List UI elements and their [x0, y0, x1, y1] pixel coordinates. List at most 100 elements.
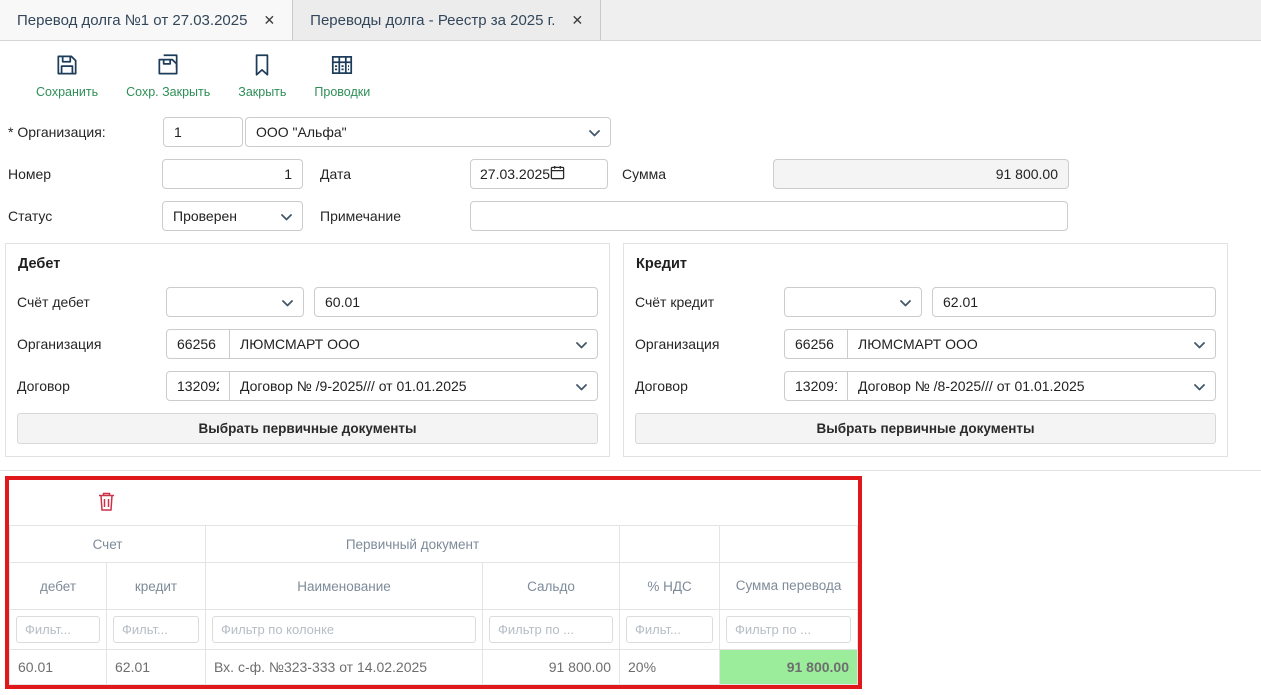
save-close-label: Сохр. Закрыть: [126, 85, 210, 99]
status-select[interactable]: Проверен: [162, 201, 303, 231]
grid-icon: [329, 52, 355, 83]
debit-contract-select-value: Договор № /9-2025/// от 01.01.2025: [240, 378, 576, 394]
status-note-row: Статус Проверен Примечание: [8, 201, 1253, 231]
debit-account-select[interactable]: [166, 287, 304, 317]
debit-organization-select[interactable]: ЛЮМСМАРТ ООО: [229, 329, 598, 359]
organization-select[interactable]: ООО "Альфа": [245, 117, 611, 147]
col-header-vat[interactable]: % НДС: [620, 563, 720, 610]
sum-input[interactable]: [773, 159, 1069, 189]
date-label: Дата: [320, 166, 470, 182]
group-header-empty: [620, 526, 720, 563]
table-row[interactable]: 60.01 62.01 Вх. с-ф. №323-333 от 14.02.2…: [10, 650, 858, 685]
cell-name: Вх. с-ф. №323-333 от 14.02.2025: [206, 650, 483, 685]
chevron-down-icon: [1194, 378, 1205, 394]
close-icon[interactable]: ✕: [263, 13, 275, 27]
close-icon[interactable]: ✕: [571, 13, 583, 27]
credit-account-input[interactable]: [932, 287, 1216, 317]
debit-contract-code-input[interactable]: [166, 371, 230, 401]
chevron-down-icon: [576, 378, 587, 394]
debit-organization-label: Организация: [17, 336, 166, 352]
chevron-down-icon: [1194, 336, 1205, 352]
filter-row: [10, 610, 858, 650]
filter-input-name[interactable]: [212, 616, 476, 643]
cell-balance: 91 800.00: [483, 650, 620, 685]
debit-organization-code-input[interactable]: [166, 329, 230, 359]
status-label: Статус: [8, 208, 162, 224]
number-date-sum-row: Номер Дата 27.03.2025 Сумма: [8, 159, 1253, 189]
save-label: Сохранить: [36, 85, 98, 99]
col-header-debit[interactable]: дебет: [10, 563, 107, 610]
debit-title: Дебет: [18, 256, 598, 272]
tab-debt-registry[interactable]: Переводы долга - Реестр за 2025 г. ✕: [293, 0, 601, 40]
debit-organization-select-value: ЛЮМСМАРТ ООО: [240, 336, 576, 352]
chevron-down-icon: [576, 336, 587, 352]
document-form: * Организация: ООО "Альфа" Номер Дата 27…: [0, 107, 1261, 231]
cell-credit: 62.01: [107, 650, 206, 685]
column-header-row: дебет кредит Наименование Сальдо % НДС С…: [10, 563, 858, 610]
credit-title: Кредит: [636, 256, 1216, 272]
chevron-down-icon: [589, 124, 600, 140]
credit-select-documents-button[interactable]: Выбрать первичные документы: [635, 413, 1216, 444]
group-header-row: Счет Первичный документ: [10, 526, 858, 563]
sum-label: Сумма: [622, 166, 773, 182]
calendar-icon[interactable]: [550, 165, 598, 183]
save-close-button[interactable]: Сохр. Закрыть: [126, 52, 210, 99]
debit-panel: Дебет Счёт дебет Организация ЛЮМСМАРТ ОО…: [5, 243, 610, 457]
delete-row-button[interactable]: [95, 489, 118, 517]
close-label: Закрыть: [238, 85, 286, 99]
cell-vat: 20%: [620, 650, 720, 685]
group-header-account: Счет: [10, 526, 206, 563]
debit-credit-panels: Дебет Счёт дебет Организация ЛЮМСМАРТ ОО…: [0, 243, 1261, 457]
note-label: Примечание: [320, 208, 470, 224]
documents-table: Счет Первичный документ дебет кредит Наи…: [9, 525, 858, 685]
cell-transfer-sum: 91 800.00: [720, 650, 858, 685]
postings-label: Проводки: [314, 85, 370, 99]
credit-contract-select[interactable]: Договор № /8-2025/// от 01.01.2025: [847, 371, 1216, 401]
date-input[interactable]: 27.03.2025: [470, 159, 608, 189]
filter-input-debit[interactable]: [16, 616, 100, 643]
separator: [0, 470, 1261, 471]
credit-contract-label: Договор: [635, 378, 784, 394]
tab-debt-transfer[interactable]: Перевод долга №1 от 27.03.2025 ✕: [0, 0, 293, 40]
col-header-balance[interactable]: Сальдо: [483, 563, 620, 610]
debit-account-input[interactable]: [314, 287, 598, 317]
number-input[interactable]: [162, 159, 303, 189]
filter-input-balance[interactable]: [489, 616, 613, 643]
credit-account-select[interactable]: [784, 287, 922, 317]
chevron-down-icon: [281, 208, 292, 224]
save-button[interactable]: Сохранить: [36, 52, 98, 99]
chevron-down-icon: [900, 294, 911, 310]
tab-bar: Перевод долга №1 от 27.03.2025 ✕ Перевод…: [0, 0, 1261, 41]
credit-organization-row: Организация ЛЮМСМАРТ ООО: [635, 329, 1216, 359]
debit-organization-row: Организация ЛЮМСМАРТ ООО: [17, 329, 598, 359]
tab-label: Переводы долга - Реестр за 2025 г.: [310, 12, 555, 29]
filter-input-transfer-sum[interactable]: [726, 616, 851, 643]
credit-contract-select-value: Договор № /8-2025/// от 01.01.2025: [858, 378, 1194, 394]
close-button[interactable]: Закрыть: [238, 52, 286, 99]
col-header-name[interactable]: Наименование: [206, 563, 483, 610]
debit-contract-select[interactable]: Договор № /9-2025/// от 01.01.2025: [229, 371, 598, 401]
organization-label: * Организация:: [8, 124, 163, 140]
save-icon: [54, 52, 80, 83]
credit-organization-label: Организация: [635, 336, 784, 352]
debit-contract-label: Договор: [17, 378, 166, 394]
bookmark-icon: [249, 52, 275, 83]
postings-button[interactable]: Проводки: [314, 52, 370, 99]
tab-label: Перевод долга №1 от 27.03.2025: [17, 12, 247, 29]
save-close-icon: [155, 52, 181, 83]
debit-account-label: Счёт дебет: [17, 294, 166, 310]
col-header-credit[interactable]: кредит: [107, 563, 206, 610]
debit-contract-row: Договор Договор № /9-2025/// от 01.01.20…: [17, 371, 598, 401]
note-input[interactable]: [470, 201, 1068, 231]
app-window: Перевод долга №1 от 27.03.2025 ✕ Перевод…: [0, 0, 1261, 689]
credit-organization-select[interactable]: ЛЮМСМАРТ ООО: [847, 329, 1216, 359]
credit-contract-code-input[interactable]: [784, 371, 848, 401]
organization-code-input[interactable]: [163, 117, 243, 147]
filter-input-credit[interactable]: [113, 616, 199, 643]
filter-input-vat[interactable]: [626, 616, 713, 643]
col-header-transfer-sum[interactable]: Сумма перевода: [720, 563, 858, 610]
credit-organization-code-input[interactable]: [784, 329, 848, 359]
documents-grid-highlight: Счет Первичный документ дебет кредит Наи…: [5, 476, 862, 689]
credit-contract-row: Договор Договор № /8-2025/// от 01.01.20…: [635, 371, 1216, 401]
debit-select-documents-button[interactable]: Выбрать первичные документы: [17, 413, 598, 444]
